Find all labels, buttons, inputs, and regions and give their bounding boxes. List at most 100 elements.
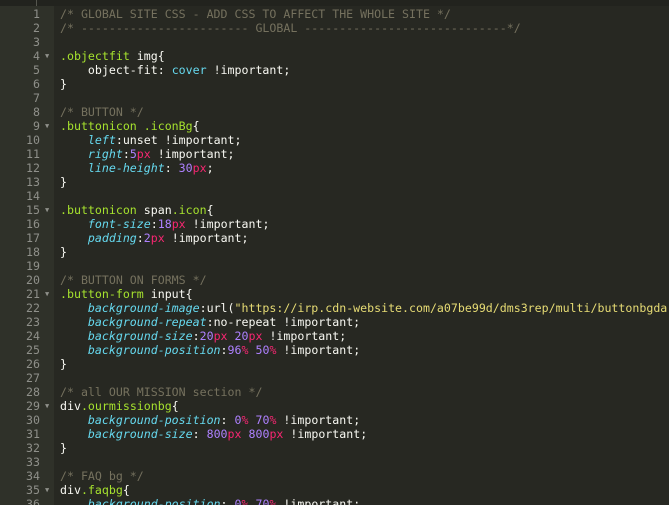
line-number: 26 [26, 357, 40, 371]
code-line[interactable]: 12 line-height: 30px; [0, 161, 669, 175]
line-number: 21 [26, 287, 40, 301]
code-line[interactable]: 31 background-size: 800px 800px !importa… [0, 427, 669, 441]
code-line[interactable]: 3 [0, 35, 669, 49]
line-number: 8 [33, 105, 40, 119]
code-editor[interactable]: 1 /* GLOBAL SITE CSS - ADD CSS TO AFFECT … [0, 0, 669, 505]
code-line[interactable]: 27 [0, 371, 669, 385]
code-token: :no-repeat !important; [206, 315, 361, 329]
code-line[interactable]: 26} [0, 357, 669, 371]
code-token: 30 [178, 161, 193, 175]
code-line[interactable]: 15 ▼ .buttonicon span.icon{ [0, 203, 669, 217]
code-token: left [87, 133, 116, 147]
line-code: line-height: 30px; [60, 161, 214, 175]
code-line[interactable]: 8 /* BUTTON */ [0, 105, 669, 119]
code-token: !important; [276, 413, 361, 427]
code-token: { [192, 119, 200, 133]
fold-arrow-icon[interactable]: ▼ [45, 483, 49, 497]
code-line[interactable]: 13} [0, 175, 669, 189]
code-token: } [60, 441, 67, 455]
code-token: } [60, 245, 67, 259]
code-line[interactable]: 29 ▼ div.ourmissionbg{ [0, 399, 669, 413]
code-line[interactable]: 21 ▼ .button-form input{ [0, 287, 669, 301]
line-code: background-position:96% 50% !important; [60, 343, 360, 357]
code-token: font-size [87, 217, 151, 231]
line-number: 20 [26, 273, 40, 287]
code-line[interactable]: 1 /* GLOBAL SITE CSS - ADD CSS TO AFFECT … [0, 7, 669, 21]
code-line[interactable]: 11 right:5px !important; [0, 147, 669, 161]
code-line[interactable]: 36 background-position: 0% 70% !importan… [0, 497, 669, 505]
code-line[interactable]: 25 background-position:96% 50% !importan… [0, 343, 669, 357]
code-line[interactable]: 2 /* ------------------------ GLOBAL ----… [0, 21, 669, 35]
code-token: 0 [234, 413, 242, 427]
code-line[interactable]: 33 [0, 455, 669, 469]
code-line[interactable]: 24 background-size:20px 20px !important; [0, 329, 669, 343]
line-code: .button-form input{ [60, 287, 193, 301]
code-line[interactable]: 19 [0, 259, 669, 273]
line-number: 13 [26, 175, 40, 189]
line-number: 18 [26, 245, 40, 259]
code-token: /* all OUR MISSION section */ [60, 385, 263, 399]
code-line[interactable]: 34 /* FAQ bg */ [0, 469, 669, 483]
line-number: 25 [26, 343, 40, 357]
line-number: 12 [26, 161, 40, 175]
code-line[interactable]: 16 font-size:18px !important; [0, 217, 669, 231]
fold-arrow-icon[interactable]: ▼ [45, 49, 49, 63]
code-line[interactable]: 23 background-repeat:no-repeat !importan… [0, 315, 669, 329]
code-line[interactable]: 22 background-image:url("https://irp.cdn… [0, 301, 669, 315]
code-line[interactable]: 20 /* BUTTON ON FORMS */ [0, 273, 669, 287]
line-code: background-repeat:no-repeat !important; [60, 315, 360, 329]
code-line[interactable]: 18} [0, 245, 669, 259]
code-line[interactable]: 5 object-fit: cover !important; [0, 63, 669, 77]
code-token: 800 [206, 427, 228, 441]
code-line[interactable]: 28 /* all OUR MISSION section */ [0, 385, 669, 399]
code-token: 0 [234, 497, 242, 505]
code-line[interactable]: 6} [0, 77, 669, 91]
line-code: /* BUTTON */ [60, 105, 144, 119]
code-token: } [60, 357, 67, 371]
line-code: } [60, 77, 67, 91]
code-token: background-position [87, 413, 221, 427]
fold-arrow-icon[interactable]: ▼ [45, 203, 49, 217]
code-token: 70 [255, 413, 270, 427]
code-token: !important; [276, 343, 361, 357]
line-code: padding:2px !important; [60, 231, 249, 245]
code-token: px [248, 329, 263, 343]
fold-arrow-icon[interactable]: ▼ [45, 287, 49, 301]
fold-arrow-icon[interactable]: ▼ [45, 119, 49, 133]
line-code: right:5px !important; [60, 147, 235, 161]
code-token: span [136, 203, 172, 217]
code-token: 800 [248, 427, 270, 441]
code-token: ; [206, 161, 214, 175]
code-line[interactable]: 14 [0, 189, 669, 203]
code-token: line-height [87, 161, 165, 175]
fold-arrow-icon[interactable]: ▼ [45, 399, 49, 413]
code-token: .icon [171, 203, 207, 217]
code-line[interactable]: 10 left:unset !important; [0, 133, 669, 147]
line-code: object-fit: cover !important; [60, 63, 290, 77]
code-line[interactable]: 30 background-position: 0% 70% !importan… [0, 413, 669, 427]
code-token: 20 [234, 329, 249, 343]
code-line[interactable]: 35 ▼ div.faqbg{ [0, 483, 669, 497]
code-line[interactable]: 32} [0, 441, 669, 455]
code-token: px [213, 329, 228, 343]
line-code: } [60, 175, 67, 189]
code-line[interactable]: 4 ▼ .objectfit img{ [0, 49, 669, 63]
line-code: font-size:18px !important; [60, 217, 270, 231]
code-line[interactable]: 7 [0, 91, 669, 105]
code-line[interactable]: 9 ▼ .buttonicon .iconBg{ [0, 119, 669, 133]
line-number: 10 [26, 133, 40, 147]
code-line[interactable]: 17 padding:2px !important; [0, 231, 669, 245]
code-token: { [206, 203, 214, 217]
line-number: 16 [26, 217, 40, 231]
line-number: 19 [26, 259, 40, 273]
line-number: 34 [26, 469, 40, 483]
line-code: .buttonicon .iconBg{ [60, 119, 200, 133]
code-token: 2 [143, 231, 151, 245]
code-token: object-fit: [60, 63, 172, 77]
line-number: 14 [26, 189, 40, 203]
